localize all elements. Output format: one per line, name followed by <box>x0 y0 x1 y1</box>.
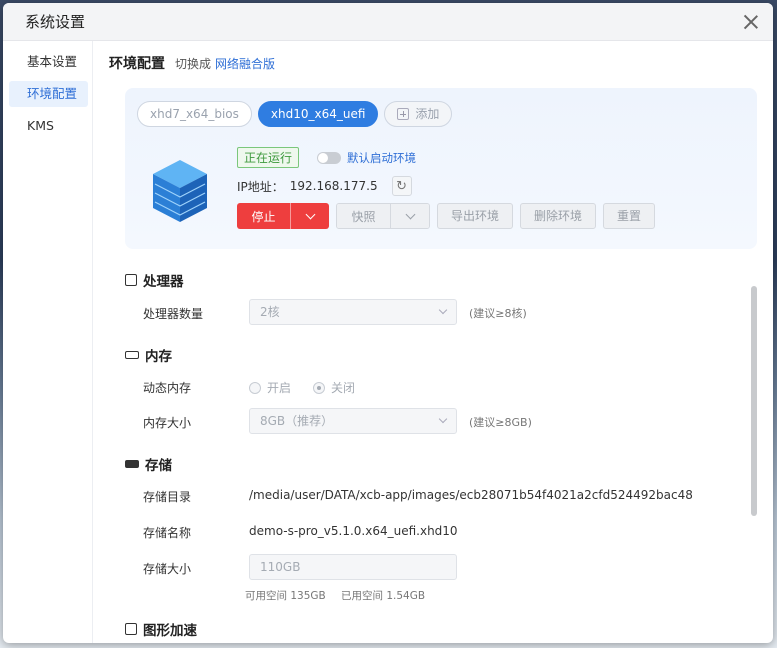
delete-env-button[interactable]: 删除环境 <box>520 203 597 229</box>
storage-available: 可用空间 135GB <box>245 590 326 602</box>
tab-xhd10-uefi[interactable]: xhd10_x64_uefi <box>257 101 379 127</box>
radio-circle <box>249 381 261 394</box>
default-env-toggle[interactable] <box>317 151 342 164</box>
storage-name-value: demo-s-pro_v5.1.0.x64_uefi.xhd10 <box>249 524 458 538</box>
cpu-count-label: 处理器数量 <box>143 307 204 321</box>
ip-label: IP地址： <box>237 179 284 194</box>
reset-button[interactable]: 重置 <box>603 203 656 229</box>
cpu-count-value: 2核 <box>260 305 280 319</box>
cpu-icon <box>125 274 137 286</box>
page-header: 环境配置 切换成 网络融合版 <box>95 41 759 73</box>
radio-off-label: 关闭 <box>331 381 356 395</box>
page-title: 环境配置 <box>109 56 165 72</box>
radio-off[interactable]: 关闭 <box>313 379 355 396</box>
tab-xhd7-bios[interactable]: xhd7_x64_bios <box>137 101 252 127</box>
window-title: 系统设置 <box>25 13 86 31</box>
env-tabs: xhd7_x64_bios xhd10_x64_uefi 添加 <box>137 101 453 127</box>
storage-dir-value: /media/user/DATA/xcb-app/images/ecb28071… <box>249 488 693 502</box>
default-env-label: 默认启动环境 <box>347 150 417 165</box>
storage-title: 存储 <box>145 458 172 474</box>
storage-size-label: 存储大小 <box>143 562 192 576</box>
snapshot-button[interactable]: 快照 <box>337 204 391 228</box>
storage-name-label: 存储名称 <box>143 526 192 540</box>
sidebar-item-kms[interactable]: KMS <box>9 113 88 139</box>
dynamic-memory-label: 动态内存 <box>143 381 192 395</box>
graphics-section-title: 图形加速 <box>125 619 197 639</box>
stop-dropdown-button[interactable] <box>291 203 329 229</box>
memory-section-title: 内存 <box>125 345 172 365</box>
environment-card: xhd7_x64_bios xhd10_x64_uefi 添加 正在运行 默认启… <box>125 88 757 249</box>
stop-split-button: 停止 <box>237 203 329 229</box>
radio-on[interactable]: 开启 <box>249 379 291 396</box>
scrollbar[interactable] <box>751 286 757 516</box>
storage-section-title: 存储 <box>125 454 172 474</box>
switch-link[interactable]: 网络融合版 <box>215 55 275 72</box>
memory-icon <box>125 351 139 359</box>
title-bar: 系统设置 <box>3 3 773 41</box>
export-env-button[interactable]: 导出环境 <box>437 203 514 229</box>
status-badge: 正在运行 <box>237 147 300 168</box>
cpu-hint: (建议≥8核) <box>469 307 527 320</box>
cpu-section-title: 处理器 <box>125 270 184 290</box>
status-row: 正在运行 默认启动环境 <box>237 147 416 168</box>
sidebar: 基本设置 环境配置 KMS <box>3 41 93 643</box>
cpu-count-select[interactable]: 2核 <box>249 299 457 325</box>
ip-row: IP地址： 192.168.177.5 ↻ <box>237 176 412 196</box>
plus-icon <box>397 108 410 120</box>
chevron-down-icon <box>405 209 415 219</box>
memory-size-select[interactable]: 8GB（推荐） <box>249 408 457 434</box>
storage-used: 已用空间 1.54GB <box>341 590 426 602</box>
memory-size-value: 8GB（推荐） <box>260 414 334 428</box>
sidebar-item-basic[interactable]: 基本设置 <box>9 49 88 75</box>
graphics-icon <box>125 623 137 635</box>
env-actions: 停止 快照 导出环境 删除环境 重置 <box>237 203 656 229</box>
chevron-down-icon <box>438 305 448 315</box>
storage-dir-label: 存储目录 <box>143 490 192 504</box>
snapshot-dropdown-button[interactable] <box>391 204 429 228</box>
graphics-title: 图形加速 <box>143 623 197 639</box>
close-icon[interactable] <box>741 12 761 32</box>
storage-icon <box>125 460 139 468</box>
snapshot-split-button: 快照 <box>336 203 430 229</box>
dynamic-memory-radios: 开启 关闭 <box>249 379 355 396</box>
refresh-icon[interactable]: ↻ <box>391 176 412 196</box>
memory-title: 内存 <box>145 349 172 365</box>
storage-size-input[interactable]: 110GB <box>249 554 457 580</box>
memory-size-label: 内存大小 <box>143 416 192 430</box>
chevron-down-icon <box>305 209 315 219</box>
radio-circle <box>313 381 326 394</box>
chevron-down-icon <box>438 414 448 424</box>
add-env-button[interactable]: 添加 <box>384 101 453 127</box>
main-content: 环境配置 切换成 网络融合版 xhd7_x64_bios xhd10_x64_u… <box>95 41 759 643</box>
sidebar-item-environment[interactable]: 环境配置 <box>9 81 88 107</box>
memory-hint: (建议≥8GB) <box>469 416 532 429</box>
radio-on-label: 开启 <box>267 381 292 395</box>
add-env-label: 添加 <box>415 107 440 121</box>
stop-button[interactable]: 停止 <box>237 203 291 229</box>
cpu-title: 处理器 <box>143 274 184 290</box>
settings-window: 系统设置 基本设置 环境配置 KMS 环境配置 切换成 网络融合版 xhd7_x… <box>3 3 773 643</box>
ip-value: 192.168.177.5 <box>289 179 378 193</box>
server-icon <box>153 160 207 222</box>
switch-text: 切换成 <box>175 57 212 71</box>
